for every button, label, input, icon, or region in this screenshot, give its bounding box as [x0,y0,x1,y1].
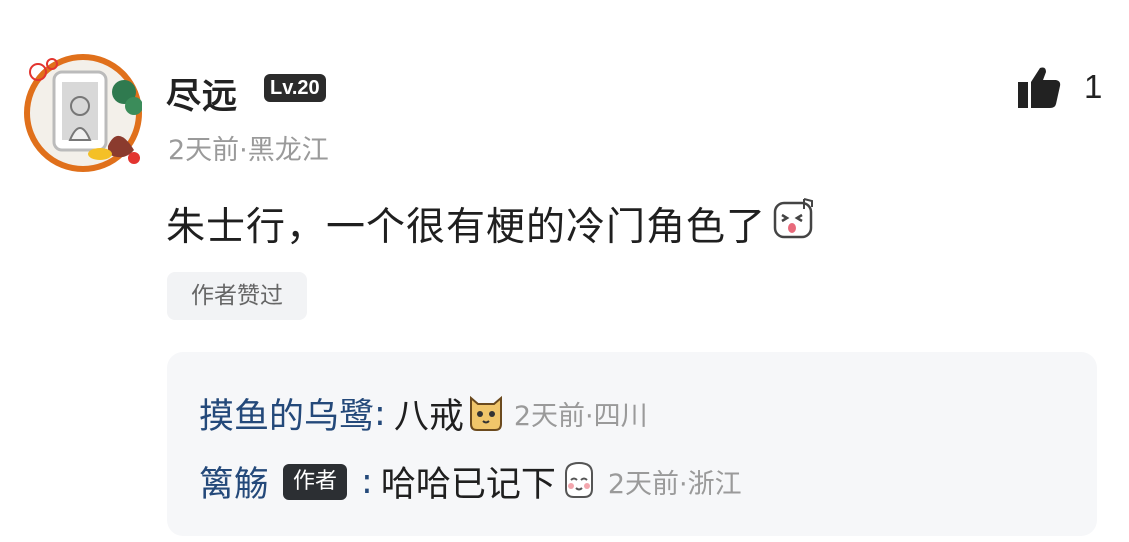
username[interactable]: 尽远 [166,68,238,119]
replies-box[interactable]: 摸鱼的乌鹭 : 八戒 2天前·四川 篱觞 作者 : 哈哈已记下 2天前·浙江 [167,352,1097,536]
like-count: 1 [1084,68,1103,105]
comment-body: 朱士行，一个很有梗的冷门角色了 [166,205,767,250]
comment-text: 朱士行，一个很有梗的冷门角色了 [166,196,816,252]
reply-meta: 2天前·浙江 [607,469,742,500]
level-badge: Lv.20 [264,74,326,102]
reply-author[interactable]: 篱觞 [199,456,269,507]
author-badge: 作者 [283,463,348,500]
like-button[interactable]: 1 [1016,62,1102,112]
reply-text: 哈哈已记下 [380,465,556,505]
reply-author[interactable]: 摸鱼的乌鹭 [199,388,374,439]
thumbs-up-icon[interactable] [1016,64,1062,110]
reply-item[interactable]: 篱觞 作者 : 哈哈已记下 2天前·浙江 [199,456,742,507]
laughing-face-icon [772,197,816,251]
reply-item[interactable]: 摸鱼的乌鹭 : 八戒 2天前·四川 [199,388,648,439]
reply-text: 八戒 [393,397,464,437]
reply-colon: : [361,461,373,502]
cat-face-icon [466,392,506,436]
smiling-face-icon [558,459,600,505]
reply-colon: : [374,393,386,434]
reply-meta: 2天前·四川 [513,401,648,432]
author-liked-tag: 作者赞过 [167,272,307,320]
avatar[interactable] [24,54,143,172]
comment-meta: 2天前·黑龙江 [168,135,329,166]
